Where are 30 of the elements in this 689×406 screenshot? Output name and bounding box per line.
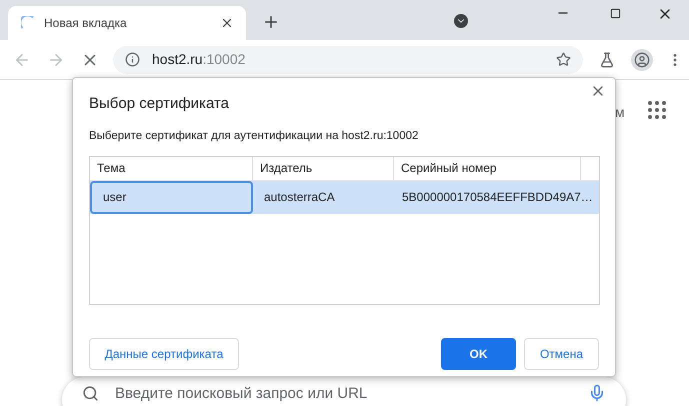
url-text: host2.ru:10002	[152, 50, 246, 69]
close-tab-icon[interactable]	[220, 16, 234, 30]
tab-search-icon[interactable]	[454, 14, 468, 28]
search-placeholder: Введите поисковый запрос или URL	[115, 384, 368, 404]
column-header[interactable]: Серийный номер	[394, 156, 581, 180]
tab-title: Новая вкладка	[44, 15, 128, 32]
new-tab-icon[interactable]	[262, 13, 280, 31]
address-bar[interactable]: host2.ru:10002	[113, 46, 583, 74]
dialog-button[interactable]: OK	[441, 338, 516, 370]
apps-grid-icon[interactable]	[645, 98, 669, 122]
profile-icon[interactable]	[631, 48, 653, 70]
dialog-button[interactable]: Данные сертификата	[89, 338, 239, 370]
table-row[interactable]: user autosterraCA 5B000000170584EEFFBDD49A7…	[90, 180, 599, 214]
column-header[interactable]: Тема	[90, 156, 253, 180]
flask-icon[interactable]	[599, 52, 615, 68]
info-icon[interactable]	[125, 52, 140, 67]
column-header[interactable]: Издатель	[253, 156, 394, 180]
table-cell-text: autosterraCA	[263, 189, 336, 206]
maximize-icon[interactable]	[610, 8, 621, 19]
bookmark-star-icon[interactable]	[556, 52, 571, 67]
table-cell-text: 5B000000170584EEFFBDD49A7…	[401, 189, 594, 206]
microphone-icon[interactable]	[588, 384, 606, 402]
dialog-subtitle: Выберите сертификат для аутентификации на host2.ru:10002	[89, 128, 420, 144]
dialog-title: Выбор сертификата	[89, 94, 230, 114]
table-cell: user	[90, 180, 253, 214]
browser-tab[interactable]: Новая вкладка	[8, 6, 246, 40]
page-text: м	[615, 103, 625, 122]
search-field[interactable]: Введите поисковый запрос или URL	[62, 377, 626, 406]
dialog-button[interactable]: Отмена	[524, 338, 599, 370]
search-icon	[82, 385, 99, 402]
